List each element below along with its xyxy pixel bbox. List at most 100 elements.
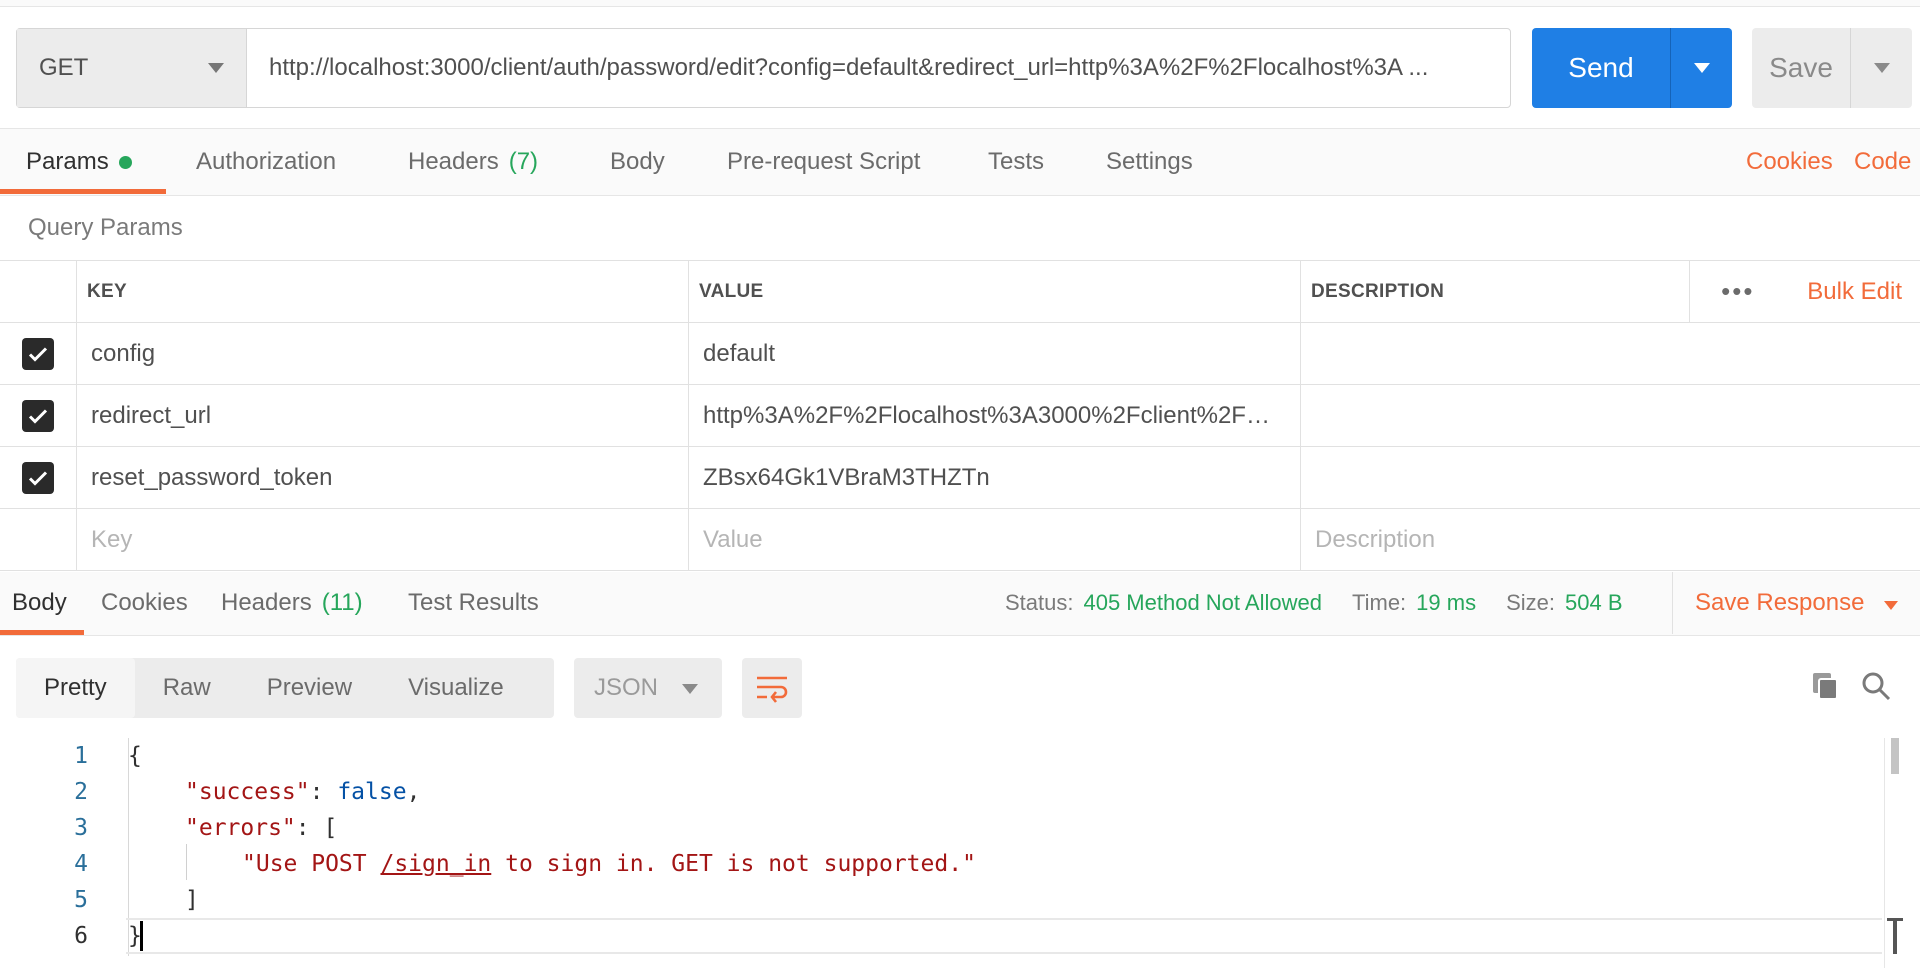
save-response-button[interactable]: Save Response bbox=[1672, 572, 1899, 634]
param-key[interactable]: config bbox=[77, 323, 689, 384]
param-value[interactable]: default bbox=[689, 323, 1301, 384]
url-input[interactable]: http://localhost:3000/client/auth/passwo… bbox=[247, 29, 1510, 107]
code-link[interactable]: Code bbox=[1854, 129, 1911, 195]
json-string-link[interactable]: /sign_in bbox=[380, 851, 491, 877]
request-tabs: Params Authorization Headers (7) Body Pr… bbox=[0, 128, 1920, 196]
tab-authorization[interactable]: Authorization bbox=[196, 129, 336, 195]
send-options-button[interactable] bbox=[1670, 28, 1732, 108]
view-mode-pretty[interactable]: Pretty bbox=[16, 658, 135, 718]
cookies-link[interactable]: Cookies bbox=[1746, 129, 1833, 195]
query-params-title: Query Params bbox=[28, 214, 183, 241]
json-punct: : [ bbox=[295, 815, 338, 841]
code-line: 1 { bbox=[0, 738, 1880, 774]
url-text: http://localhost:3000/client/auth/passwo… bbox=[269, 54, 1429, 81]
new-key-input[interactable]: Key bbox=[77, 509, 689, 570]
table-row-new: Key Value Description bbox=[0, 509, 1920, 571]
code-text: { bbox=[128, 743, 142, 769]
view-mode-preview[interactable]: Preview bbox=[239, 658, 380, 718]
table-row: redirect_url http%3A%2F%2Flocalhost%3A30… bbox=[0, 385, 1920, 447]
table-tools: ••• Bulk Edit bbox=[1689, 261, 1920, 322]
headers-count: (7) bbox=[508, 148, 539, 175]
param-description[interactable] bbox=[1301, 447, 1920, 508]
tab-params[interactable]: Params bbox=[26, 129, 132, 195]
response-view-modes: Pretty Raw Preview Visualize bbox=[16, 658, 554, 718]
copy-icon bbox=[1813, 673, 1838, 700]
status-label: Status: bbox=[1005, 590, 1074, 615]
json-key: "success" bbox=[185, 779, 310, 805]
editor-scrollbar[interactable] bbox=[1884, 738, 1903, 968]
tab-settings[interactable]: Settings bbox=[1106, 129, 1193, 195]
param-description[interactable] bbox=[1301, 385, 1920, 446]
line-number: 3 bbox=[74, 815, 88, 841]
chevron-down-icon bbox=[1884, 600, 1899, 610]
request-url-bar: GET http://localhost:3000/client/auth/pa… bbox=[16, 28, 1511, 108]
table-row: reset_password_token ZBsx64Gk1VBraM3THZT… bbox=[0, 447, 1920, 509]
active-tab-indicator bbox=[0, 630, 84, 635]
row-checkbox[interactable] bbox=[22, 461, 54, 494]
more-options-icon[interactable]: ••• bbox=[1689, 261, 1785, 322]
json-key: "errors" bbox=[185, 815, 296, 841]
tab-tests[interactable]: Tests bbox=[988, 129, 1044, 195]
tab-response-headers[interactable]: Headers (11) bbox=[221, 572, 363, 634]
format-select[interactable]: JSON bbox=[574, 658, 722, 718]
bulk-edit-link[interactable]: Bulk Edit bbox=[1785, 278, 1920, 306]
method-select[interactable]: GET bbox=[17, 29, 247, 107]
tab-body[interactable]: Body bbox=[610, 129, 665, 195]
search-icon bbox=[1862, 672, 1891, 701]
tab-test-results[interactable]: Test Results bbox=[408, 572, 539, 634]
param-value[interactable]: ZBsx64Gk1VBraM3THZTn bbox=[689, 447, 1301, 508]
save-response-label: Save Response bbox=[1695, 589, 1865, 616]
tab-response-cookies[interactable]: Cookies bbox=[101, 572, 188, 634]
json-string: to sign in. GET is not supported." bbox=[491, 851, 976, 877]
size-value[interactable]: 504 B bbox=[1565, 590, 1623, 616]
row-checkbox[interactable] bbox=[22, 399, 54, 432]
code-text: ] bbox=[185, 887, 199, 913]
wrap-lines-button[interactable] bbox=[742, 658, 802, 718]
header-checkbox-cell bbox=[0, 261, 77, 322]
view-mode-visualize[interactable]: Visualize bbox=[380, 658, 532, 718]
send-button[interactable]: Send bbox=[1532, 28, 1670, 108]
row-checkbox-cell bbox=[0, 385, 77, 446]
check-icon bbox=[28, 408, 48, 424]
tab-headers[interactable]: Headers (7) bbox=[408, 129, 538, 195]
line-number: 2 bbox=[74, 779, 88, 805]
chevron-down-icon bbox=[208, 63, 224, 73]
chevron-down-icon bbox=[682, 684, 698, 694]
params-active-dot bbox=[118, 155, 132, 169]
search-button[interactable] bbox=[1856, 666, 1896, 706]
chevron-down-icon bbox=[1693, 63, 1710, 73]
view-mode-raw[interactable]: Raw bbox=[135, 658, 239, 718]
time-value[interactable]: 19 ms bbox=[1416, 590, 1476, 616]
top-border bbox=[0, 0, 1920, 7]
tab-headers-label: Headers bbox=[408, 148, 499, 175]
param-key[interactable]: reset_password_token bbox=[77, 447, 689, 508]
send-button-group: Send bbox=[1532, 28, 1732, 108]
param-description[interactable] bbox=[1301, 323, 1920, 384]
code-text: "Use POST /sign_in to sign in. GET is no… bbox=[242, 851, 976, 877]
tab-response-body[interactable]: Body bbox=[12, 572, 67, 634]
copy-button[interactable] bbox=[1805, 666, 1845, 706]
scrollbar-thumb[interactable] bbox=[1891, 738, 1899, 774]
format-label: JSON bbox=[594, 674, 659, 701]
params-table: KEY VALUE DESCRIPTION ••• Bulk Edit conf… bbox=[0, 260, 1920, 571]
row-checkbox-cell bbox=[0, 509, 77, 570]
param-value[interactable]: http%3A%2F%2Flocalhost%3A3000%2Fclient%2… bbox=[689, 385, 1301, 446]
method-label: GET bbox=[39, 54, 89, 81]
table-row: config default bbox=[0, 323, 1920, 385]
tab-prerequest-script[interactable]: Pre-request Script bbox=[727, 129, 920, 195]
row-checkbox-cell bbox=[0, 323, 77, 384]
code-line: 5 ] bbox=[0, 882, 1880, 918]
response-body-editor[interactable]: 1 { 2 "success": false, 3 "errors": [ 4 … bbox=[0, 738, 1920, 978]
save-options-button[interactable] bbox=[1850, 28, 1912, 108]
new-value-input[interactable]: Value bbox=[689, 509, 1301, 570]
row-checkbox-cell bbox=[0, 447, 77, 508]
save-button[interactable]: Save bbox=[1752, 28, 1850, 108]
param-key[interactable]: redirect_url bbox=[77, 385, 689, 446]
new-description-input[interactable]: Description bbox=[1301, 509, 1920, 570]
wrap-lines-icon bbox=[757, 676, 788, 703]
row-checkbox[interactable] bbox=[22, 337, 54, 370]
column-key: KEY bbox=[77, 261, 689, 322]
code-text: "success": false, bbox=[185, 779, 420, 805]
status-value[interactable]: 405 Method Not Allowed bbox=[1083, 590, 1322, 616]
response-headers-count: (11) bbox=[321, 589, 363, 616]
